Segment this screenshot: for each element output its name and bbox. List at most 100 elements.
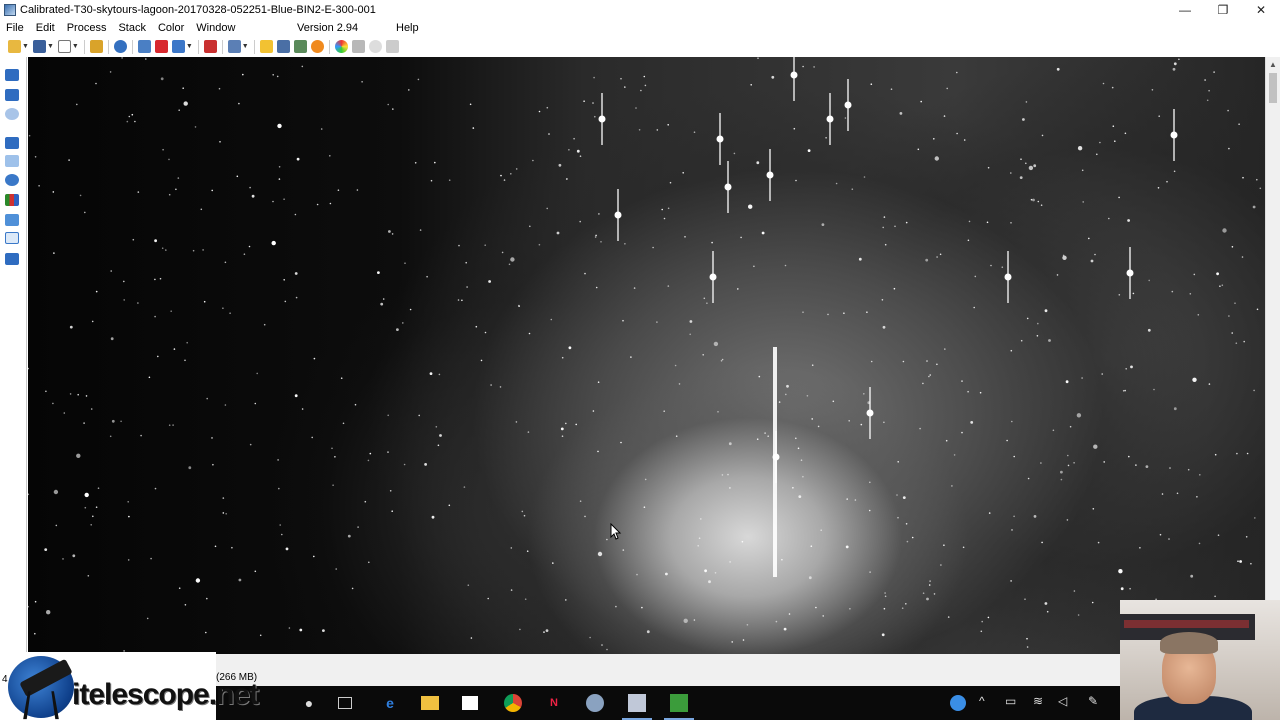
astro-icon[interactable]: [586, 694, 604, 712]
wrench-icon[interactable]: [276, 40, 290, 53]
color-wheel-icon[interactable]: [334, 40, 348, 53]
star: [38, 185, 40, 187]
star: [962, 546, 965, 549]
sigma-icon[interactable]: [227, 40, 241, 53]
star: [238, 578, 242, 582]
astro-image[interactable]: [28, 57, 1265, 654]
magnifier-icon[interactable]: [5, 174, 19, 186]
star: [1147, 328, 1151, 332]
arrow-right-icon[interactable]: [5, 89, 19, 101]
star: [1112, 125, 1115, 127]
new-document-icon[interactable]: [57, 40, 71, 53]
restore-button[interactable]: ❐: [1204, 0, 1242, 20]
star: [1228, 147, 1230, 150]
chevron-up-icon[interactable]: ^: [979, 694, 985, 708]
file-explorer-icon[interactable]: [421, 696, 439, 710]
chevron-down-icon[interactable]: ▼: [242, 43, 249, 50]
open-folder-icon[interactable]: [8, 40, 21, 53]
arrow-left-icon[interactable]: [5, 69, 19, 81]
ndi-icon[interactable]: N: [545, 694, 563, 712]
star: [259, 634, 262, 637]
bucket-icon[interactable]: [5, 214, 19, 226]
scroll-thumb[interactable]: [1269, 73, 1277, 103]
minimize-button[interactable]: —: [1166, 0, 1204, 20]
battery-icon[interactable]: ▭: [1005, 694, 1016, 708]
star: [595, 234, 597, 237]
chrome-icon[interactable]: [504, 694, 522, 712]
star: [34, 600, 37, 603]
filter-icon[interactable]: [385, 40, 399, 53]
star: [1120, 587, 1124, 591]
star: [1169, 467, 1171, 469]
star: [1088, 237, 1090, 240]
star: [251, 194, 255, 198]
minus-icon[interactable]: [203, 40, 217, 53]
star: [1041, 134, 1044, 137]
vertical-scrollbar[interactable]: ▲: [1265, 57, 1280, 600]
menu-color[interactable]: Color: [152, 22, 190, 34]
menu-stack[interactable]: Stack: [112, 22, 152, 34]
star: [1231, 332, 1233, 334]
info-icon[interactable]: [113, 40, 127, 53]
chevron-down-icon[interactable]: ▼: [22, 43, 29, 50]
menu-edit[interactable]: Edit: [30, 22, 61, 34]
circle-icon[interactable]: [368, 40, 382, 53]
edge-icon[interactable]: e: [381, 694, 399, 712]
save-icon[interactable]: [32, 40, 46, 53]
camera-icon[interactable]: [137, 40, 151, 53]
star: [661, 208, 663, 211]
star: [556, 231, 560, 235]
zoom-fit-icon[interactable]: [5, 108, 19, 120]
star: [299, 628, 303, 632]
star: [980, 630, 983, 633]
star: [753, 265, 755, 268]
histogram-icon[interactable]: [5, 194, 19, 206]
star: [1241, 256, 1244, 258]
key-icon[interactable]: [89, 40, 103, 53]
monitor-icon[interactable]: [5, 253, 19, 265]
refresh-icon[interactable]: [171, 40, 185, 53]
menu-bar: File Edit Process Stack Color Window Ver…: [0, 20, 1280, 36]
store-icon[interactable]: [462, 696, 478, 710]
star: [728, 442, 732, 446]
star: [858, 257, 862, 261]
star: [1250, 562, 1252, 565]
star: [90, 408, 93, 410]
menu-process[interactable]: Process: [61, 22, 113, 34]
gray-square-icon[interactable]: [351, 40, 365, 53]
star: [1245, 536, 1248, 538]
pin-icon[interactable]: [5, 155, 19, 167]
menu-window[interactable]: Window: [190, 22, 241, 34]
star: [195, 578, 201, 583]
star: [928, 375, 930, 378]
double-arrow-icon[interactable]: [5, 137, 19, 149]
toolbar-separator: [131, 39, 133, 54]
star: [276, 75, 279, 78]
flame-icon[interactable]: [310, 40, 324, 53]
flag-icon[interactable]: [259, 40, 273, 53]
menu-help[interactable]: Help: [396, 22, 419, 34]
star: [573, 137, 575, 140]
menu-file[interactable]: File: [0, 22, 30, 34]
star-icon[interactable]: [154, 40, 168, 53]
help-icon[interactable]: [950, 695, 966, 711]
star: [91, 320, 94, 323]
star: [1118, 569, 1123, 574]
task-view-icon[interactable]: [338, 697, 352, 709]
calculator-icon[interactable]: [293, 40, 307, 53]
select-icon[interactable]: [5, 232, 19, 244]
scroll-up-icon[interactable]: ▲: [1269, 60, 1277, 69]
chevron-down-icon[interactable]: ▼: [47, 43, 54, 50]
wifi-icon[interactable]: ≋: [1033, 694, 1043, 708]
maxim-icon[interactable]: [622, 694, 652, 720]
volume-icon[interactable]: ◁: [1058, 694, 1067, 708]
star: [137, 191, 140, 193]
chevron-down-icon[interactable]: ▼: [72, 43, 79, 50]
star: [893, 287, 896, 290]
star: [843, 312, 845, 314]
microphone-icon[interactable]: ●: [300, 694, 318, 712]
green-app-icon[interactable]: [664, 694, 694, 720]
chevron-down-icon[interactable]: ▼: [186, 43, 193, 50]
close-button[interactable]: ✕: [1242, 0, 1280, 20]
pen-icon[interactable]: ✎: [1088, 694, 1098, 708]
